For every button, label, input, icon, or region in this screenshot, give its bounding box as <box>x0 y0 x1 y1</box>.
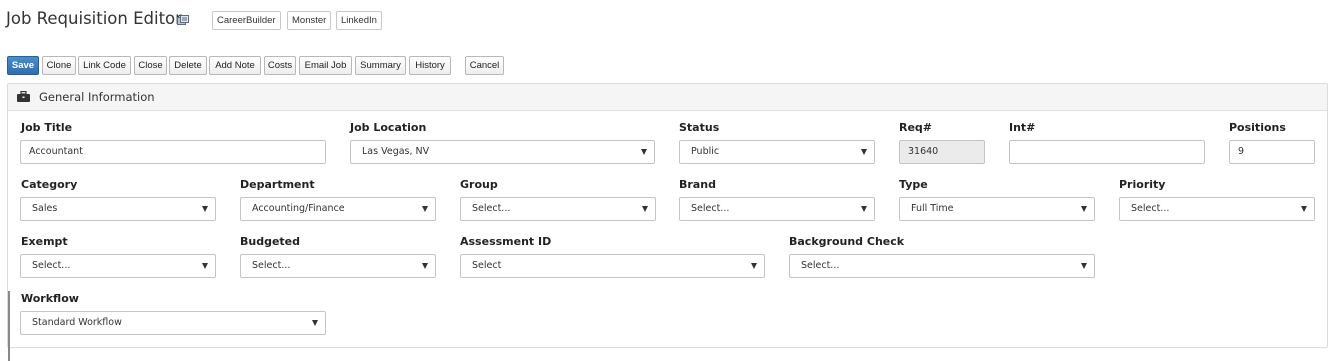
budgeted-value: Select... <box>252 260 291 271</box>
department-select[interactable]: Accounting/Finance <box>240 197 436 221</box>
chevron-down-icon <box>641 149 647 155</box>
chevron-down-icon <box>642 206 648 212</box>
chevron-down-icon <box>312 320 318 326</box>
category-label: Category <box>21 178 78 191</box>
chevron-down-icon <box>1081 206 1087 212</box>
budgeted-label: Budgeted <box>240 235 301 248</box>
job-location-select[interactable]: Las Vegas, NV <box>350 140 655 164</box>
chevron-down-icon <box>202 263 208 269</box>
group-label: Group <box>460 178 498 191</box>
add-note-button[interactable]: Add Note <box>209 56 261 75</box>
job-location-value: Las Vegas, NV <box>362 146 430 157</box>
resize-handle[interactable] <box>8 291 10 361</box>
panel-title: General Information <box>39 90 155 104</box>
background-check-select[interactable]: Select... <box>789 254 1095 278</box>
group-select[interactable]: Select... <box>460 197 656 221</box>
summary-button[interactable]: Summary <box>355 56 406 75</box>
chevron-down-icon <box>1301 206 1307 212</box>
brand-select[interactable]: Select... <box>679 197 875 221</box>
clone-button[interactable]: Clone <box>42 56 76 75</box>
status-label: Status <box>679 121 720 134</box>
chevron-down-icon <box>861 206 867 212</box>
type-value: Full Time <box>911 203 954 214</box>
chevron-down-icon <box>1081 263 1087 269</box>
positions-label: Positions <box>1229 121 1286 134</box>
priority-value: Select... <box>1131 203 1170 214</box>
department-value: Accounting/Finance <box>252 203 345 214</box>
save-button[interactable]: Save <box>7 56 39 75</box>
budgeted-select[interactable]: Select... <box>240 254 436 278</box>
job-location-label: Job Location <box>350 121 427 134</box>
status-value: Public <box>691 146 720 157</box>
priority-select[interactable]: Select... <box>1119 197 1315 221</box>
linkedin-button[interactable]: LinkedIn <box>336 11 382 30</box>
copy-icon[interactable] <box>177 15 189 25</box>
exempt-select[interactable]: Select... <box>20 254 216 278</box>
brand-label: Brand <box>679 178 716 191</box>
department-label: Department <box>240 178 315 191</box>
workflow-value: Standard Workflow <box>32 317 122 328</box>
assessment-id-value: Select <box>472 260 502 271</box>
chevron-down-icon <box>202 206 208 212</box>
email-job-button[interactable]: Email Job <box>299 56 352 75</box>
priority-label: Priority <box>1119 178 1166 191</box>
job-title-input[interactable]: Accountant <box>20 140 326 164</box>
exempt-label: Exempt <box>21 235 68 248</box>
panel-header: General Information <box>8 84 1327 111</box>
int-number-input[interactable] <box>1009 140 1205 164</box>
exempt-value: Select... <box>32 260 71 271</box>
close-button[interactable]: Close <box>134 56 167 75</box>
int-label: Int# <box>1009 121 1036 134</box>
job-title-label: Job Title <box>21 121 73 134</box>
chevron-down-icon <box>422 206 428 212</box>
status-select[interactable]: Public <box>679 140 875 164</box>
history-button[interactable]: History <box>409 56 451 75</box>
monster-button[interactable]: Monster <box>287 11 332 30</box>
costs-button[interactable]: Costs <box>264 56 296 75</box>
chevron-down-icon <box>861 149 867 155</box>
chevron-down-icon <box>422 263 428 269</box>
assessment-id-label: Assessment ID <box>460 235 552 248</box>
background-check-value: Select... <box>801 260 840 271</box>
careerbuilder-button[interactable]: CareerBuilder <box>212 11 281 30</box>
delete-button[interactable]: Delete <box>169 56 207 75</box>
briefcase-icon <box>17 90 30 102</box>
category-select[interactable]: Sales <box>20 197 216 221</box>
page-title: Job Requisition Editor <box>6 9 182 28</box>
assessment-id-select[interactable]: Select <box>460 254 765 278</box>
cancel-button[interactable]: Cancel <box>465 56 504 75</box>
type-select[interactable]: Full Time <box>899 197 1095 221</box>
category-value: Sales <box>32 203 58 214</box>
type-label: Type <box>899 178 928 191</box>
req-number-field: 31640 <box>899 140 985 164</box>
chevron-down-icon <box>751 263 757 269</box>
background-check-label: Background Check <box>789 235 905 248</box>
req-label: Req# <box>899 121 933 134</box>
group-value: Select... <box>472 203 511 214</box>
brand-value: Select... <box>691 203 730 214</box>
workflow-label: Workflow <box>21 292 79 305</box>
link-code-button[interactable]: Link Code <box>78 56 131 75</box>
positions-input[interactable]: 9 <box>1229 140 1315 164</box>
workflow-select[interactable]: Standard Workflow <box>20 311 326 335</box>
